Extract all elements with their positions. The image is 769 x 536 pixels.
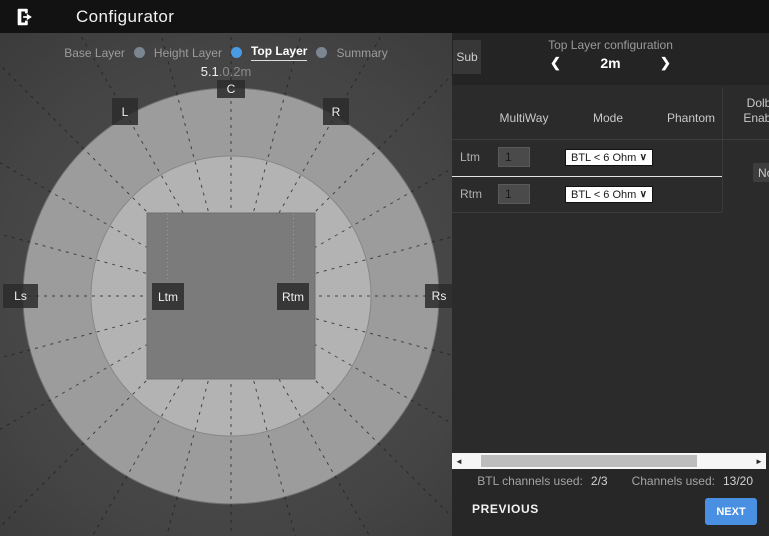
speaker-label-l[interactable]: L	[112, 98, 138, 125]
polar-diagram-svg	[0, 33, 452, 536]
column-border	[722, 87, 723, 212]
dolby-enable-cell[interactable]: No	[753, 163, 769, 182]
config-primary: 5.1	[201, 64, 219, 79]
col-header-mode: Mode	[573, 111, 643, 125]
mode-select[interactable]: BTL < 6 Ohm ∨	[565, 149, 653, 166]
configurator-app: Configurator Base Layer Height Layer Top…	[0, 0, 769, 536]
speaker-label-ls[interactable]: Ls	[3, 284, 38, 308]
tab-top-layer[interactable]: Top Layer	[251, 44, 307, 61]
distance-stepper: ❮ 2m ❯	[452, 55, 769, 71]
channel-table: MultiWay Mode Phantom Dolby Enable Ltm B…	[452, 85, 769, 453]
speaker-label-ltm[interactable]: Ltm	[152, 283, 184, 310]
mode-select-value: BTL < 6 Ohm	[571, 189, 636, 201]
scroll-right-icon[interactable]: ►	[752, 453, 766, 469]
chevron-down-icon: ∨	[640, 189, 647, 200]
tab-height-layer[interactable]: Height Layer	[154, 46, 222, 60]
config-secondary: .0.2m	[219, 64, 252, 79]
chevron-right-icon[interactable]: ❯	[659, 55, 673, 71]
scrollbar-track[interactable]	[466, 453, 752, 469]
speaker-label-rtm[interactable]: Rtm	[277, 283, 309, 310]
tab-summary[interactable]: Summary	[336, 46, 387, 60]
col-header-dolby-enable: Dolby Enable	[727, 96, 769, 126]
btl-channels-value: 2/3	[591, 474, 608, 488]
tab-base-layer[interactable]: Base Layer	[64, 46, 125, 60]
chevron-down-icon: ∨	[640, 152, 647, 163]
next-button[interactable]: NEXT	[705, 498, 757, 525]
page-title: Configurator	[76, 7, 174, 27]
mode-select[interactable]: BTL < 6 Ohm ∨	[565, 186, 653, 203]
channels-used-label: Channels used:	[632, 474, 715, 488]
distance-value: 2m	[597, 55, 625, 71]
panel-title: Top Layer configuration	[452, 33, 769, 52]
col-header-phantom: Phantom	[656, 111, 726, 125]
channels-used-value: 13/20	[723, 474, 753, 488]
speaker-config-label: 5.1.0.2m	[0, 64, 452, 79]
navigation-bar: PREVIOUS NEXT	[452, 492, 769, 536]
step-dot-icon	[134, 47, 145, 58]
previous-button[interactable]: PREVIOUS	[472, 502, 539, 516]
speaker-label-c[interactable]: C	[217, 80, 245, 98]
chevron-left-icon[interactable]: ❮	[549, 55, 563, 71]
multiway-input[interactable]	[498, 184, 530, 204]
app-header: Configurator	[0, 0, 769, 33]
btl-channels-label: BTL channels used:	[477, 474, 583, 488]
multiway-input[interactable]	[498, 147, 530, 167]
step-dot-active-icon	[231, 47, 242, 58]
col-header-multiway: MultiWay	[489, 111, 559, 125]
panel-header: Sub Top Layer configuration ❮ 2m ❯	[452, 33, 769, 85]
scroll-left-icon[interactable]: ◄	[452, 453, 466, 469]
exit-icon[interactable]	[14, 6, 36, 28]
mode-select-value: BTL < 6 Ohm	[571, 152, 636, 164]
scrollbar-thumb[interactable]	[481, 455, 697, 467]
channels-info-bar: BTL channels used: 2/3 Channels used: 13…	[452, 469, 769, 492]
horizontal-scrollbar: ◄ ►	[452, 453, 766, 469]
speaker-label-sub[interactable]: Sub	[453, 40, 481, 74]
row-label-ltm: Ltm	[460, 150, 480, 164]
speaker-label-r[interactable]: R	[323, 98, 349, 125]
layer-tabs: Base Layer Height Layer Top Layer Summar…	[0, 44, 452, 61]
top-layer-config-panel: Sub Top Layer configuration ❮ 2m ❯ Multi…	[452, 33, 769, 536]
speaker-layout-diagram: Base Layer Height Layer Top Layer Summar…	[0, 33, 452, 536]
speaker-label-rs[interactable]: Rs	[425, 284, 452, 308]
row-label-rtm: Rtm	[460, 187, 482, 201]
table-bottom-border	[452, 212, 722, 213]
step-dot-icon	[316, 47, 327, 58]
